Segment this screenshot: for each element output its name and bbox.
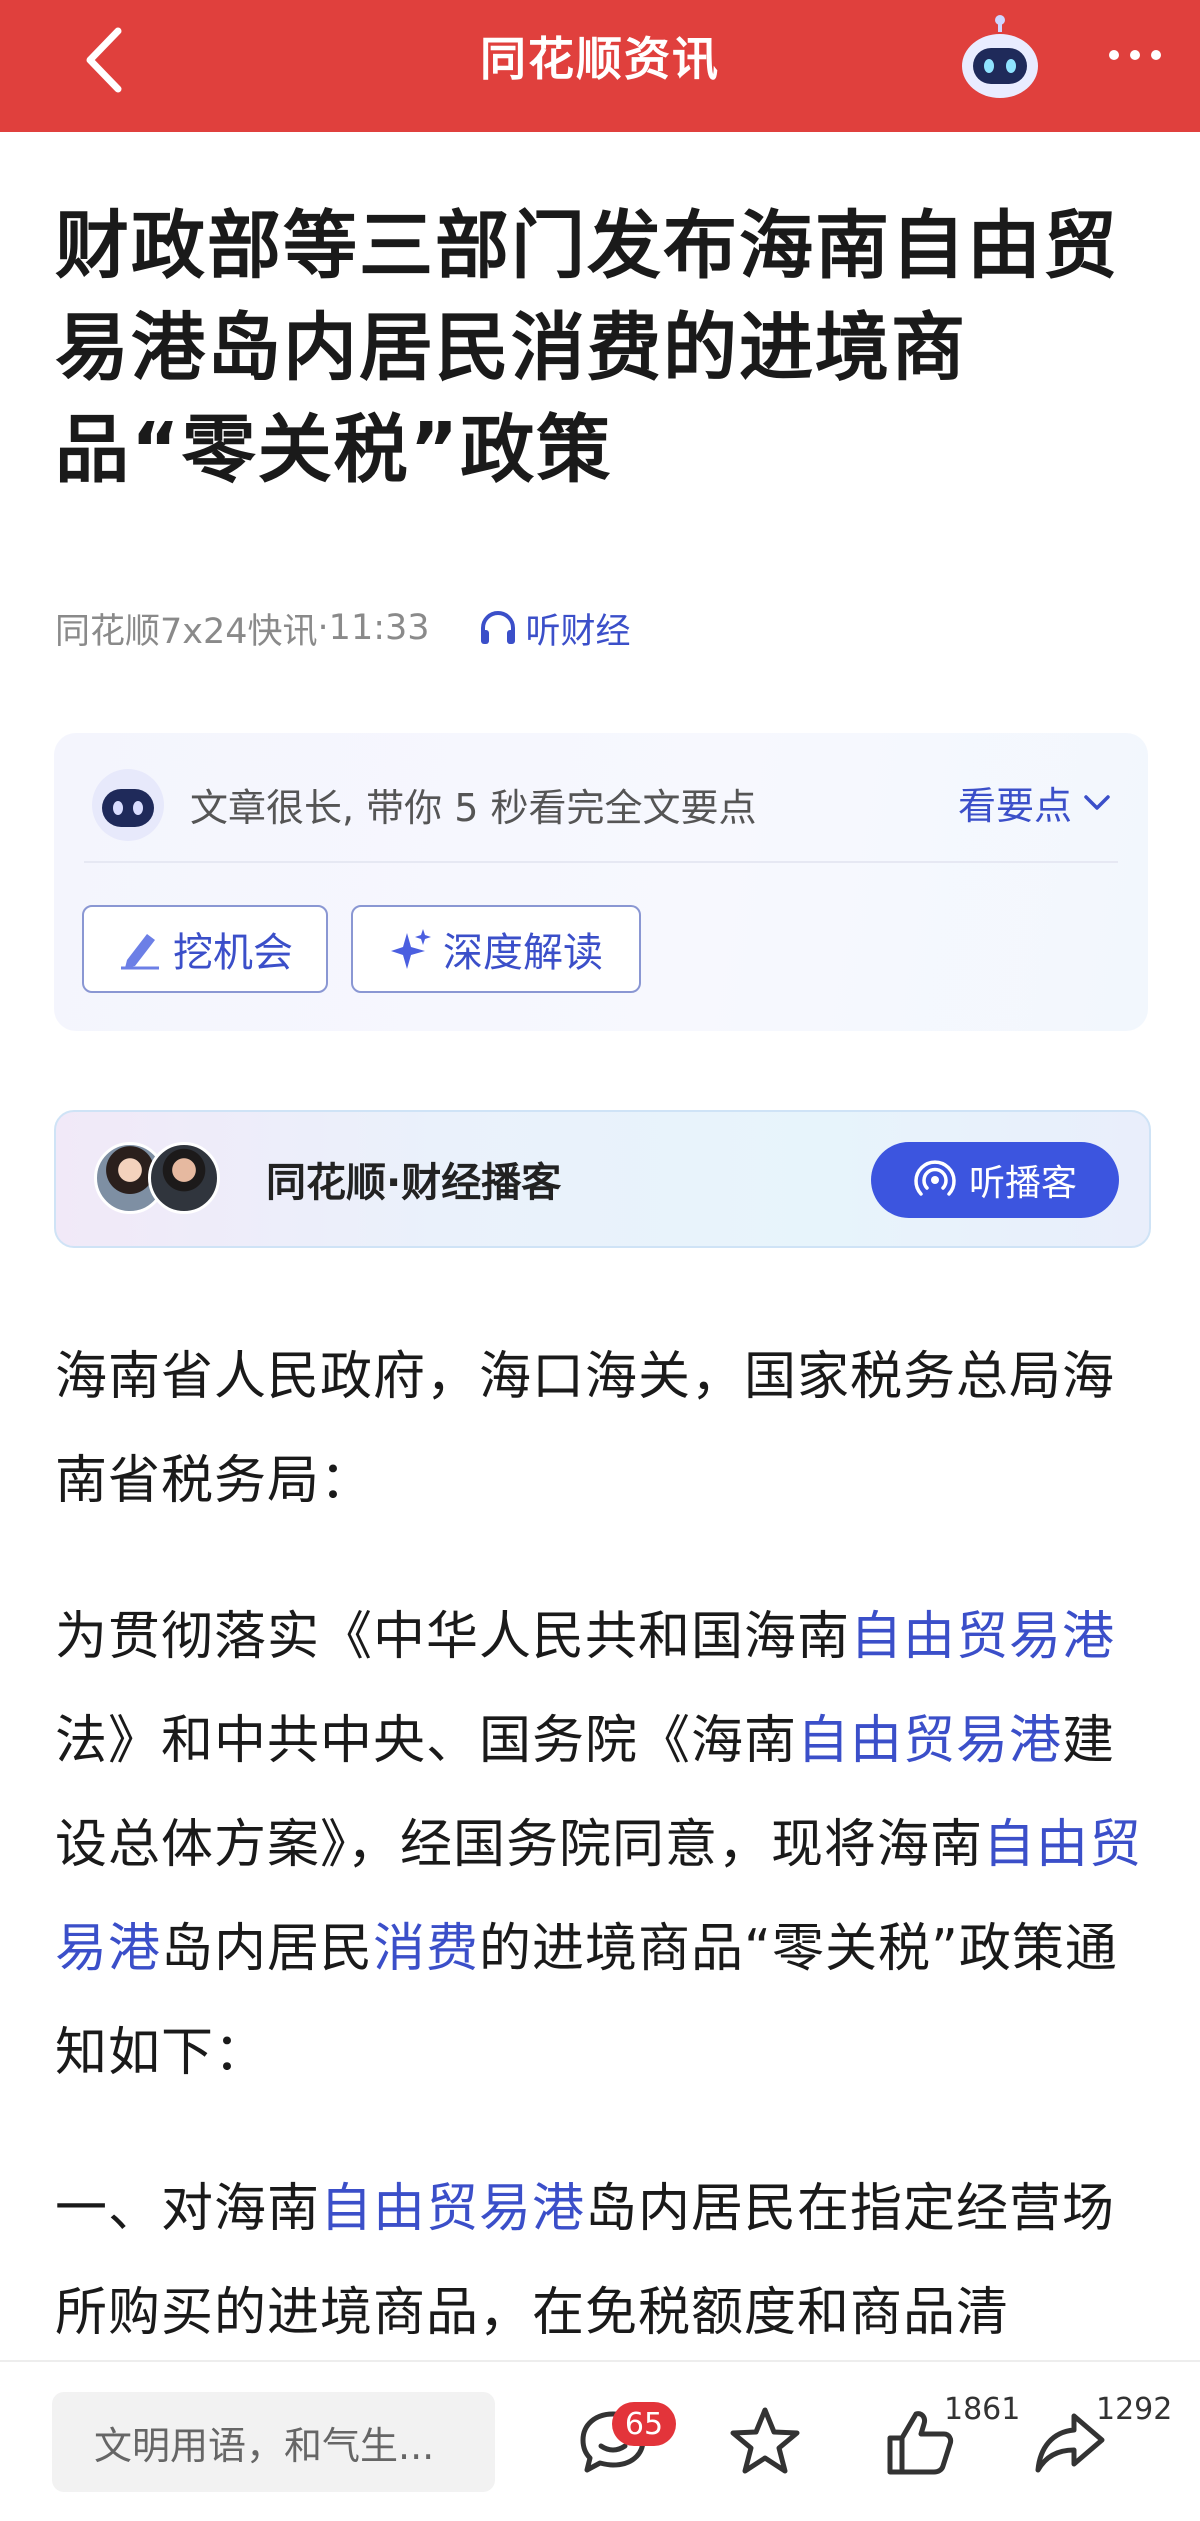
headphones-icon (480, 611, 515, 644)
star-icon[interactable] (725, 2402, 805, 2482)
more-icon (1109, 50, 1119, 60)
listen-podcast-button[interactable]: 听播客 (871, 1142, 1119, 1218)
paragraph-text: 海南省人民政府，海口海关，国家税务总局海南省税务局： (55, 1347, 1116, 1511)
find-opportunity-label: 挖机会 (173, 930, 293, 976)
paragraph: 海南省人民政府，海口海关，国家税务总局海南省税务局： (55, 1325, 1155, 1533)
keyword-link[interactable]: 自由贸易港 (320, 2179, 585, 2239)
sparkle-icon (391, 929, 431, 969)
paragraph: 为贯彻落实《中华人民共和国海南自由贸易港法》和中共中央、国务院《海南自由贸易港建… (55, 1585, 1155, 2105)
listen-podcast-label: 听播客 (968, 1163, 1077, 1204)
view-key-points-label: 看要点 (957, 784, 1072, 828)
listen-button[interactable]: 听财经 (478, 603, 631, 654)
chevron-down-icon (1084, 794, 1110, 810)
article-source: 同花顺7x24快讯 (55, 611, 318, 652)
bottom-action-bar: 文明用语，和气生... 65 1861 1292 (0, 2360, 1200, 2521)
comment-input[interactable]: 文明用语，和气生... (52, 2392, 495, 2492)
paragraph-text: 为贯彻落实《中华人民共和国海南 (55, 1607, 851, 1667)
paragraph-text: 岛内居民 (161, 1919, 374, 1979)
deep-analysis-label: 深度解读 (443, 930, 603, 976)
summary-text: 文章很长, 带你 5 秒看完全文要点 (190, 786, 757, 830)
summary-card: 文章很长, 带你 5 秒看完全文要点 看要点 挖机会 深度解读 (54, 733, 1148, 1031)
keyword-link[interactable]: 消费 (373, 1919, 479, 1979)
pen-icon (121, 934, 159, 970)
paragraph-text: 法》和中共中央、国务院《海南 (55, 1711, 798, 1771)
deep-analysis-button[interactable]: 深度解读 (351, 905, 641, 993)
meta-separator: · (317, 608, 329, 648)
paragraph-text: 一、对海南 (55, 2179, 321, 2239)
share-count: 1292 (1096, 2392, 1173, 2427)
article-meta: 同花顺7x24快讯 · 11:33 听财经 (55, 598, 631, 658)
comment-count-badge: 65 (612, 2402, 676, 2446)
listen-label: 听财经 (525, 611, 631, 652)
avatar (148, 1142, 220, 1214)
article-title: 财政部等三部门发布海南自由贸易港岛内居民消费的进境商品“零关税”政策 (55, 203, 1119, 493)
article-body: 海南省人民政府，海口海关，国家税务总局海南省税务局： 为贯彻落实《中华人民共和国… (55, 1325, 1155, 2417)
top-bar: 同花顺资讯 (0, 0, 1200, 132)
robot-icon (92, 769, 164, 841)
article-time: 11:33 (328, 608, 430, 648)
view-key-points-link[interactable]: 看要点 (958, 775, 1112, 830)
more-button[interactable] (1090, 20, 1180, 90)
host-avatars (94, 1142, 224, 1218)
keyword-link[interactable]: 自由贸易港 (797, 1711, 1062, 1771)
like-count: 1861 (944, 2392, 1021, 2427)
podcast-banner[interactable]: 同花顺·财经播客 听播客 (54, 1110, 1151, 1248)
robot-icon (962, 15, 1038, 98)
summary-divider (84, 861, 1118, 863)
find-opportunity-button[interactable]: 挖机会 (82, 905, 328, 993)
podcast-title: 同花顺·财经播客 (266, 1160, 562, 1206)
paragraph: 一、对海南自由贸易港岛内居民在指定经营场所购买的进境商品，在免税额度和商品清 (55, 2157, 1155, 2365)
podcast-icon (914, 1160, 956, 1196)
keyword-link[interactable]: 自由贸易港 (850, 1607, 1115, 1667)
assistant-button[interactable] (955, 12, 1045, 102)
